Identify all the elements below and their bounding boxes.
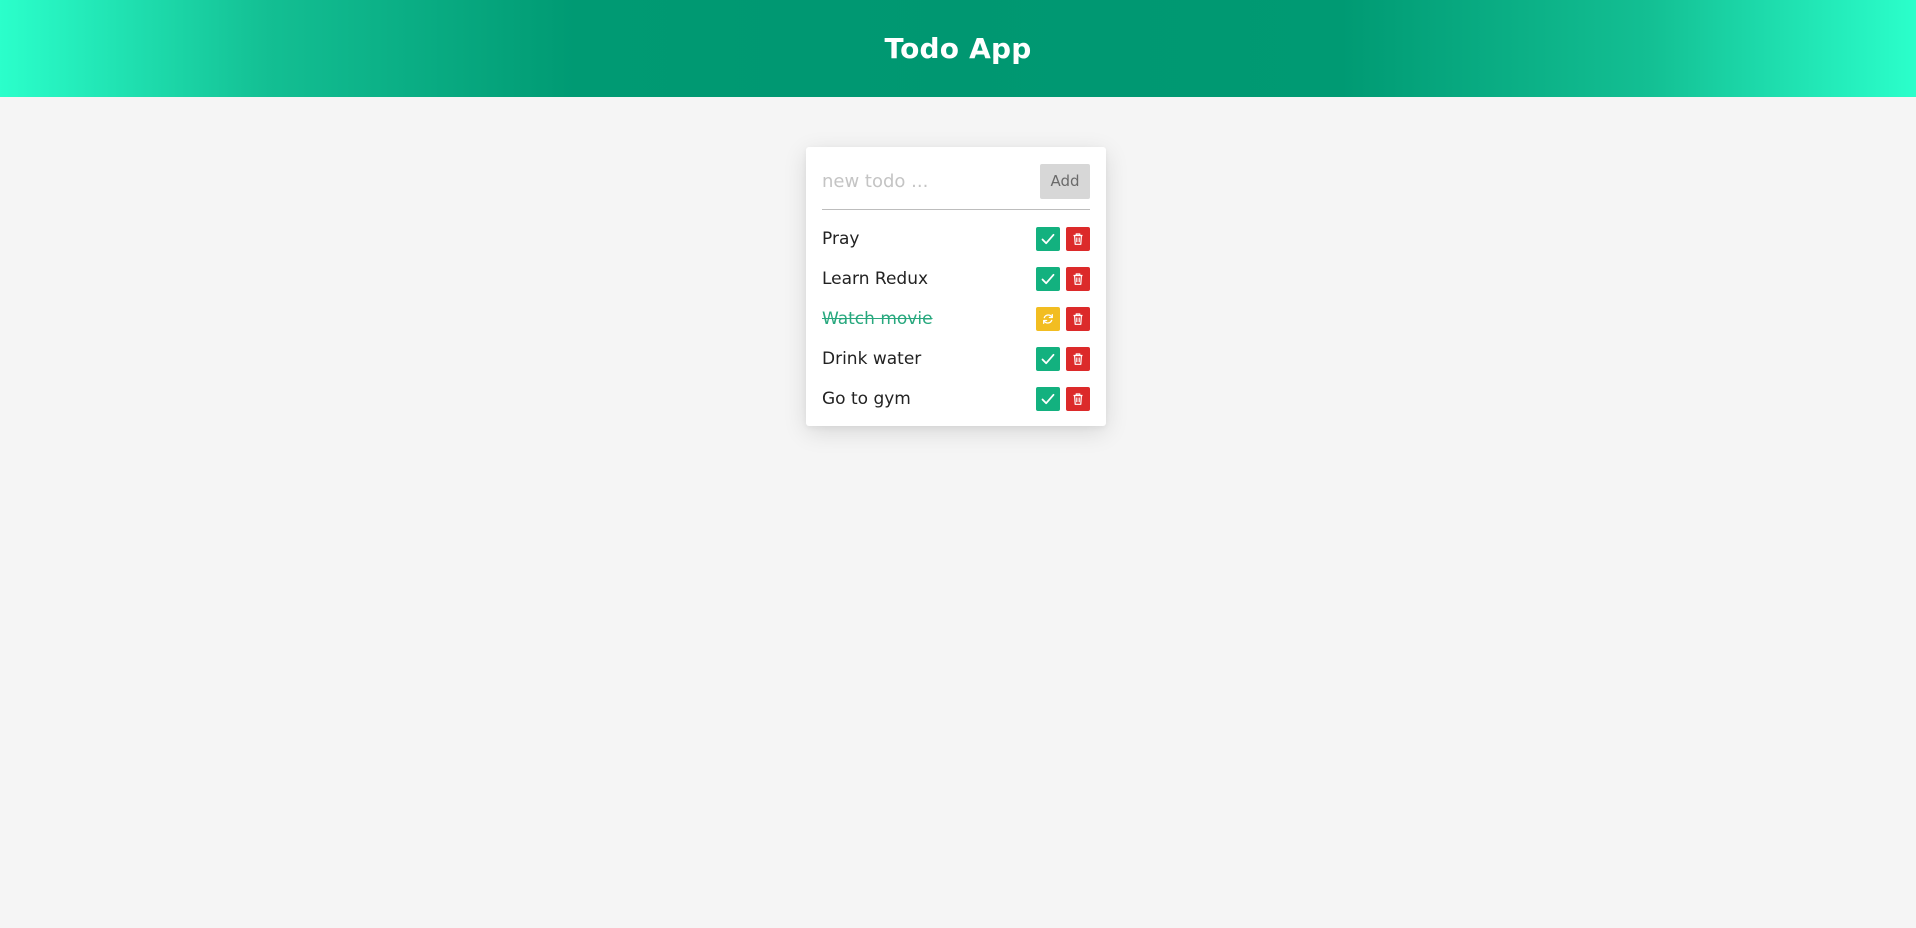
todo-card: Add Pray Learn Redux — [806, 147, 1106, 426]
check-icon — [1041, 233, 1055, 245]
app-header: Todo App — [0, 0, 1916, 97]
add-button[interactable]: Add — [1040, 163, 1090, 199]
delete-button[interactable] — [1066, 307, 1090, 331]
trash-icon — [1073, 313, 1083, 325]
todo-actions — [1036, 227, 1090, 251]
todo-item: Watch movie — [822, 299, 1090, 339]
todo-list: Pray Learn Redux Watch movie Drink water… — [822, 219, 1090, 419]
complete-button[interactable] — [1036, 267, 1060, 291]
trash-icon — [1073, 233, 1083, 245]
todo-item: Drink water — [822, 339, 1090, 379]
trash-icon — [1073, 393, 1083, 405]
complete-button[interactable] — [1036, 387, 1060, 411]
check-icon — [1041, 273, 1055, 285]
delete-button[interactable] — [1066, 347, 1090, 371]
new-todo-form: Add — [822, 163, 1090, 210]
trash-icon — [1073, 353, 1083, 365]
todo-text: Watch movie — [822, 309, 933, 329]
check-icon — [1041, 353, 1055, 365]
refresh-icon — [1043, 313, 1053, 325]
new-todo-input[interactable] — [822, 170, 1022, 192]
delete-button[interactable] — [1066, 227, 1090, 251]
undo-button[interactable] — [1036, 307, 1060, 331]
delete-button[interactable] — [1066, 387, 1090, 411]
delete-button[interactable] — [1066, 267, 1090, 291]
todo-actions — [1036, 307, 1090, 331]
check-icon — [1041, 393, 1055, 405]
todo-item: Go to gym — [822, 379, 1090, 419]
todo-text: Go to gym — [822, 389, 911, 409]
todo-actions — [1036, 267, 1090, 291]
todo-actions — [1036, 347, 1090, 371]
complete-button[interactable] — [1036, 347, 1060, 371]
app-title: Todo App — [884, 32, 1032, 65]
todo-text: Drink water — [822, 349, 922, 369]
todo-text: Pray — [822, 229, 860, 249]
todo-item: Pray — [822, 219, 1090, 259]
complete-button[interactable] — [1036, 227, 1060, 251]
trash-icon — [1073, 273, 1083, 285]
todo-item: Learn Redux — [822, 259, 1090, 299]
todo-text: Learn Redux — [822, 269, 929, 289]
todo-actions — [1036, 387, 1090, 411]
